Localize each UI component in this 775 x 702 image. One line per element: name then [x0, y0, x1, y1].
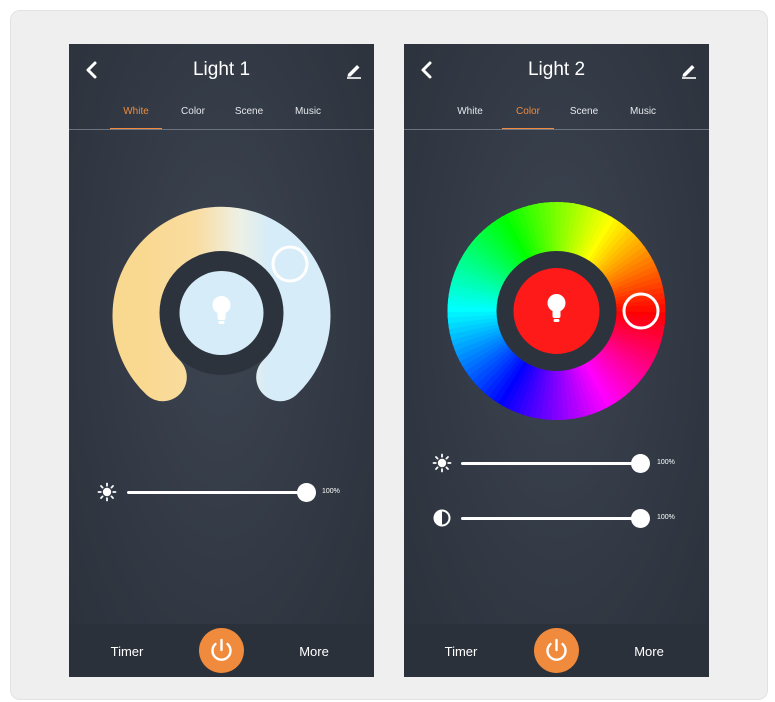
timer-button[interactable]: Timer	[445, 644, 478, 659]
slider-value: 100%	[657, 514, 675, 521]
slider-value: 100%	[322, 488, 340, 495]
timer-button[interactable]: Timer	[111, 644, 144, 659]
slider-track[interactable]	[461, 462, 641, 465]
brightness-icon	[97, 482, 117, 502]
slider-thumb[interactable]	[631, 509, 650, 528]
power-button[interactable]	[534, 628, 579, 673]
white-temperature-wheel[interactable]	[69, 44, 374, 424]
slider-track[interactable]	[127, 491, 307, 494]
slider-track[interactable]	[461, 517, 641, 520]
slider-value: 100%	[657, 459, 675, 466]
light-2-screen: Light 2 White Color Scene Music 100% 100…	[404, 44, 709, 677]
contrast-icon	[433, 509, 451, 527]
color-wheel[interactable]	[404, 44, 709, 424]
brightness-icon	[432, 453, 452, 473]
saturation-slider[interactable]: 100%	[404, 503, 709, 533]
slider-thumb[interactable]	[297, 483, 316, 502]
more-button[interactable]: More	[299, 644, 329, 659]
power-button[interactable]	[199, 628, 244, 673]
more-button[interactable]: More	[634, 644, 664, 659]
power-icon	[211, 638, 232, 661]
light-1-screen: Light 1 White Color Scene Music 100% Tim…	[69, 44, 374, 677]
slider-thumb[interactable]	[631, 454, 650, 473]
power-icon	[546, 638, 567, 661]
brightness-slider[interactable]: 100%	[404, 448, 709, 478]
brightness-slider[interactable]: 100%	[69, 477, 374, 507]
